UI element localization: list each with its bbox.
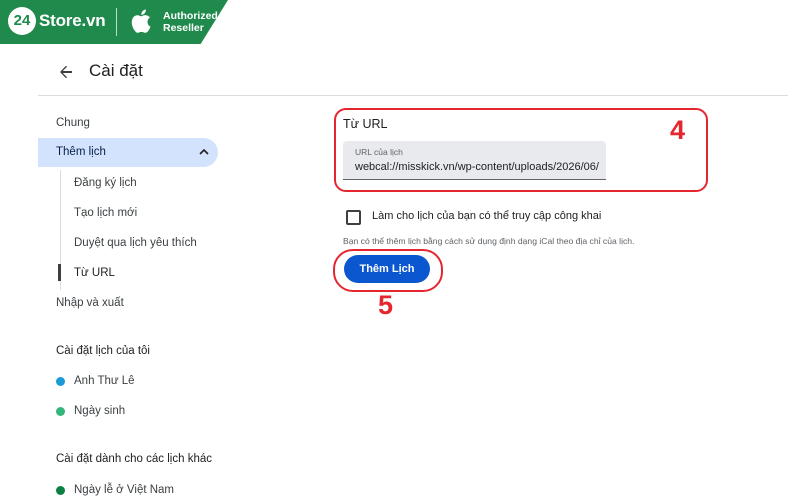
sidebar-item-add-calendar-label: Thêm lịch xyxy=(56,146,106,158)
apple-logo-icon xyxy=(131,9,151,33)
sidebar-item-subscribe[interactable]: Đăng ký lịch xyxy=(74,177,137,189)
annotation-highlight-url xyxy=(334,108,708,192)
banner-divider xyxy=(116,8,117,36)
annotation-highlight-button xyxy=(333,249,443,292)
header-divider xyxy=(38,95,788,96)
calendar-item-vietnam-holidays[interactable]: Ngày lễ ở Việt Nam xyxy=(74,484,174,496)
calendar-item-anh-thu-le[interactable]: Anh Thư Lê xyxy=(74,375,135,387)
store-logo: 24 xyxy=(8,7,36,35)
sidebar-item-browse-calendars[interactable]: Duyệt qua lịch yêu thích xyxy=(74,237,197,249)
help-text: Bạn có thể thêm lịch bằng cách sử dụng đ… xyxy=(343,236,635,246)
arrow-left-icon[interactable] xyxy=(56,62,76,82)
chevron-up-icon[interactable] xyxy=(198,146,210,158)
sidebar-item-import-export[interactable]: Nhập và xuất xyxy=(56,297,124,309)
public-access-checkbox[interactable] xyxy=(346,210,361,225)
other-calendars-heading: Cài đặt dành cho các lịch khác xyxy=(56,453,212,465)
calendar-item-birthdays[interactable]: Ngày sinh xyxy=(74,405,125,417)
store-name: Store.vn xyxy=(39,11,106,30)
submenu-selected-marker xyxy=(58,264,61,281)
sidebar-item-create-calendar[interactable]: Tạo lịch mới xyxy=(74,207,137,219)
calendar-color-dot xyxy=(56,486,65,495)
calendar-color-dot xyxy=(56,407,65,416)
calendar-color-dot xyxy=(56,377,65,386)
public-access-label: Làm cho lịch của bạn có thể truy cập côn… xyxy=(372,210,602,222)
annotation-step-number: 5 xyxy=(378,290,394,320)
page-title: Cài đặt xyxy=(89,61,143,80)
reseller-label: Authorized Reseller xyxy=(163,10,218,34)
annotation-step-number: 4 xyxy=(670,115,686,145)
my-calendars-heading: Cài đặt lịch của tôi xyxy=(56,345,150,357)
sidebar-item-general[interactable]: Chung xyxy=(56,117,90,129)
brand-banner: 24 Store.vn Authorized Reseller xyxy=(0,0,228,44)
sidebar-item-from-url[interactable]: Từ URL xyxy=(74,267,115,279)
